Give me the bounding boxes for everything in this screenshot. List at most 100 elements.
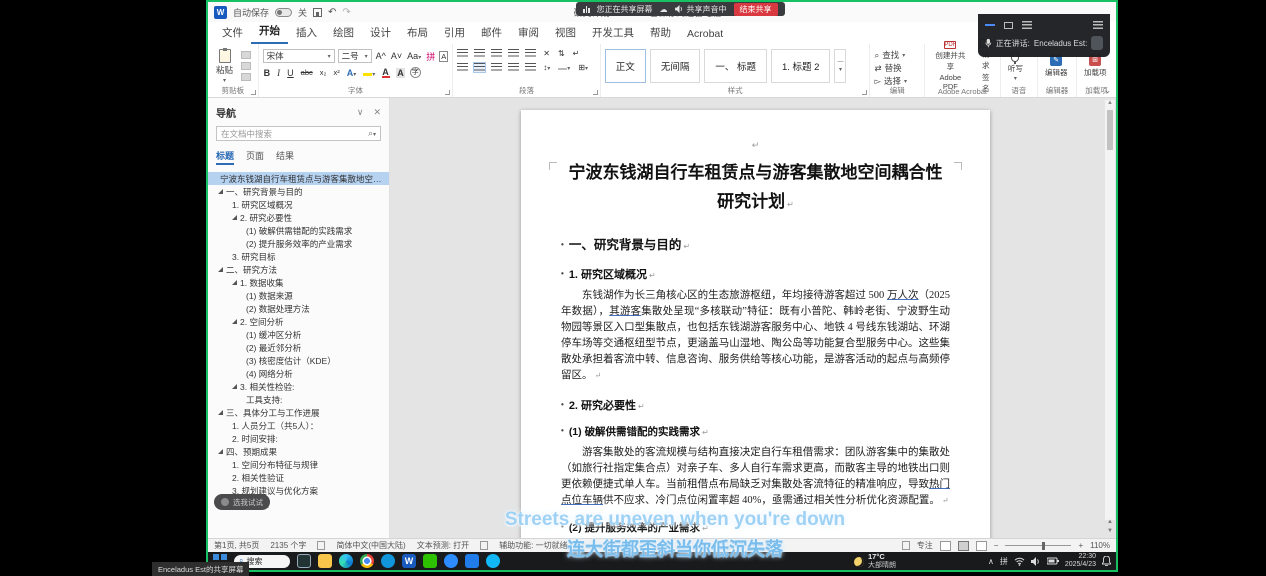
paragraph-dialog-launcher[interactable] [593,90,598,95]
phonetic-guide-button[interactable]: 拼 [425,50,436,63]
nav-item[interactable]: 2. 空间分析 [216,315,381,328]
search-icon[interactable]: ⌕▾ [368,128,376,139]
nav-item-selected[interactable]: 宁波东钱湖自行车租赁点与游客集散地空间耦合性研究计划 [208,172,389,185]
nav-search-input[interactable]: 在文档中搜索 ⌕▾ [216,126,381,141]
change-case-button[interactable]: Aa▾ [406,51,422,61]
styles-dialog-launcher[interactable] [862,90,867,95]
numbered-list-icon[interactable] [474,49,485,58]
stop-sharing-button[interactable]: 结束共享 [734,3,778,16]
styles-more-button[interactable]: —▾ [834,49,846,83]
nav-close-icon[interactable]: ✕ [373,107,381,118]
nav-item[interactable]: 1. 空间分布特征与规律 [216,458,381,471]
undo-button[interactable]: ↶ [328,7,336,18]
word-app-icon[interactable]: W [214,6,227,19]
nav-item[interactable]: (2) 提升服务效率的产业需求 [216,237,381,250]
text-effects-button[interactable]: A▾ [346,68,358,78]
tab-draw[interactable]: 绘图 [325,22,362,44]
style-no-spacing[interactable]: 无间隔 [650,49,701,83]
font-color-button[interactable]: A [381,67,391,78]
nav-item[interactable]: 2. 时间安排: [216,432,381,445]
volume-icon[interactable] [1031,557,1041,566]
character-border-button[interactable]: A [439,51,448,62]
nav-item[interactable]: 1. 研究区域概况 [216,198,381,211]
tab-references[interactable]: 引用 [436,22,473,44]
nav-item[interactable]: 3. 研究目标 [216,250,381,263]
chrome-icon[interactable] [360,554,374,568]
style-heading1[interactable]: 一、 标题 [704,49,767,83]
cut-icon[interactable] [241,51,251,59]
nav-item[interactable]: (2) 最近邻分析 [216,341,381,354]
nav-item[interactable]: 1. 人员分工（共5人）： [216,419,381,432]
save-button[interactable] [313,8,322,17]
scrollbar-thumb[interactable] [1107,110,1113,150]
nav-item[interactable]: (3) 核密度估计（KDE） [216,354,381,367]
bold-button[interactable]: B [263,68,272,78]
ime-indicator[interactable]: 拼 [1000,556,1008,567]
align-right-icon[interactable] [491,63,502,72]
document-page[interactable]: ↵ 宁波东钱湖自行车租赁点与游客集散地空间耦合性研究计划↵ •一、研究背景与目的… [521,110,990,538]
bullet-list-icon[interactable] [457,49,468,58]
battery-icon[interactable] [1047,557,1059,565]
previous-page-button[interactable]: ▲ [1107,519,1113,525]
notification-bell-icon[interactable] [1102,556,1111,566]
page-indicator[interactable]: 第1页, 共5页 [214,540,259,551]
nav-tab-pages[interactable]: 页面 [246,149,264,165]
increase-indent-icon[interactable] [525,49,536,58]
clock[interactable]: 22:302025/4/23 [1065,553,1096,569]
tab-acrobat[interactable]: Acrobat [679,25,731,44]
replace-button[interactable]: ⇄替换 [874,62,907,74]
shrink-font-button[interactable]: A˅ [390,51,403,61]
distribute-icon[interactable] [525,63,536,72]
underline-button[interactable]: U [286,68,295,78]
format-painter-icon[interactable] [241,73,251,81]
nav-item[interactable]: (2) 数据处理方法 [216,302,381,315]
nav-tab-results[interactable]: 结果 [276,149,294,165]
subscript-button[interactable]: x₂ [319,68,328,77]
font-size-select[interactable]: 二号▾ [338,49,372,63]
shared-audio-indicator[interactable]: 共享声音中 [675,4,727,15]
layout-grid-icon[interactable] [1022,21,1032,29]
next-page-button[interactable]: ▼ [1107,528,1113,534]
shading-icon[interactable]: ▾ [557,62,571,72]
cloud-icon[interactable]: ☁ [660,5,668,14]
file-explorer-icon[interactable] [318,554,332,568]
zoom-slider[interactable] [1005,545,1071,546]
nav-item[interactable]: 2. 相关性验证 [216,471,381,484]
zoom-slider-knob[interactable] [1042,542,1045,550]
window-mode-icon[interactable] [1004,22,1013,29]
create-share-pdf-button[interactable]: PDF 创建并共享Adobe PDF [929,48,972,84]
italic-button[interactable]: I [276,68,281,78]
nav-item[interactable]: 工具支持: [216,393,381,406]
show-marks-icon[interactable]: ↵ [572,49,581,58]
tab-insert[interactable]: 插入 [288,22,325,44]
paste-button[interactable]: 粘贴 ▾ [212,48,237,84]
grow-font-button[interactable]: A^ [375,51,387,61]
nav-item[interactable]: 3. 相关性检验: [216,380,381,393]
nav-item[interactable]: 1. 数据收集 [216,276,381,289]
collapse-ribbon-button[interactable]: ⌄ [1104,86,1111,95]
member-list-icon[interactable] [1093,21,1103,29]
style-heading2[interactable]: 1. 标题 2 [771,49,831,83]
font-dialog-launcher[interactable] [445,90,450,95]
zoom-level[interactable]: 110% [1090,541,1110,550]
nav-item[interactable]: (1) 数据来源 [216,289,381,302]
borders-icon[interactable]: ⊞▾ [577,63,589,72]
align-left-icon[interactable] [457,63,468,72]
tab-review[interactable]: 审阅 [510,22,547,44]
vertical-scrollbar[interactable]: ▲ [1105,100,1115,520]
tab-mailings[interactable]: 邮件 [473,22,510,44]
nav-item[interactable]: 四、预期成果 [216,445,381,458]
asian-layout-icon[interactable]: ✕ [542,49,551,58]
word-count[interactable]: 2135 个字 [270,540,306,551]
tab-home[interactable]: 开始 [251,20,288,44]
scroll-up-icon[interactable]: ▲ [1107,100,1113,106]
character-shading-button[interactable]: A [396,68,405,78]
find-button[interactable]: ⌕查找▾ [874,49,907,61]
wifi-icon[interactable] [1014,557,1025,566]
edge-icon[interactable] [339,554,353,568]
nav-item[interactable]: 一、研究背景与目的 [216,185,381,198]
zoom-out-button[interactable]: − [994,541,999,550]
tab-layout[interactable]: 布局 [399,22,436,44]
font-name-select[interactable]: 宋体▾ [263,49,335,63]
align-center-icon[interactable] [474,63,485,72]
